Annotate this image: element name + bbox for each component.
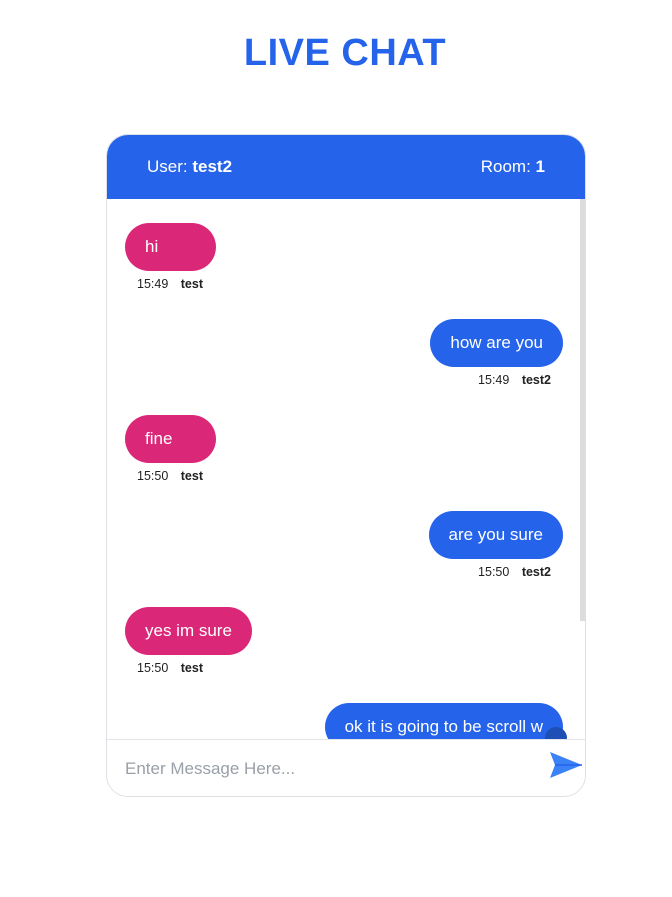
message-input[interactable] bbox=[125, 752, 525, 786]
message-composer bbox=[107, 739, 585, 796]
message-item: fine 15:50 test bbox=[125, 415, 216, 483]
message-bubble: are you sure bbox=[428, 511, 563, 559]
current-user: User: test2 bbox=[147, 157, 232, 177]
message-time: 15:50 bbox=[478, 565, 510, 579]
message-author: test bbox=[180, 661, 203, 675]
message-bubble: how are you bbox=[430, 319, 563, 367]
send-paper-plane-icon bbox=[550, 752, 582, 778]
message-author: test2 bbox=[521, 565, 551, 579]
message-meta: 15:49 test bbox=[125, 277, 216, 291]
message-item: are you sure 15:50 test2 bbox=[428, 511, 564, 579]
message-time: 15:50 bbox=[137, 469, 169, 483]
message-time: 15:49 bbox=[478, 373, 510, 387]
room-label: Room: bbox=[480, 157, 531, 176]
message-time: 15:49 bbox=[137, 277, 169, 291]
message-author: test bbox=[180, 277, 203, 291]
message-bubble: hi bbox=[125, 223, 216, 271]
message-meta: 15:50 test2 bbox=[429, 565, 564, 579]
message-time: 15:50 bbox=[137, 661, 169, 675]
message-meta: 15:50 test bbox=[125, 469, 216, 483]
message-item: how are you 15:49 test2 bbox=[430, 319, 563, 387]
room-id: 1 bbox=[535, 157, 545, 176]
message-meta: 15:49 test2 bbox=[430, 373, 563, 387]
scrollbar-thumb[interactable] bbox=[580, 199, 585, 621]
message-bubble: yes im sure bbox=[125, 607, 252, 655]
message-author: test2 bbox=[521, 373, 551, 387]
chat-header: User: test2 Room: 1 bbox=[107, 135, 585, 199]
message-scrollbar[interactable] bbox=[580, 199, 585, 739]
user-label: User: bbox=[147, 157, 188, 176]
message-bubble: fine bbox=[125, 415, 216, 463]
message-list[interactable]: hi 15:49 test how are you 15:49 test2 fi… bbox=[107, 199, 585, 739]
message-item: hi 15:49 test bbox=[125, 223, 216, 291]
page-title: LIVE CHAT bbox=[243, 32, 447, 74]
message-item: ok it is going to be scroll w bbox=[324, 703, 563, 739]
message-bubble: ok it is going to be scroll w bbox=[324, 703, 563, 739]
message-author: test bbox=[180, 469, 203, 483]
message-item: yes im sure 15:50 test bbox=[125, 607, 252, 675]
current-room: Room: 1 bbox=[481, 157, 545, 177]
send-button[interactable] bbox=[549, 750, 585, 786]
chat-window: User: test2 Room: 1 hi 15:49 test how ar… bbox=[106, 134, 586, 797]
message-meta: 15:50 test bbox=[125, 661, 252, 675]
user-name: test2 bbox=[192, 157, 233, 176]
